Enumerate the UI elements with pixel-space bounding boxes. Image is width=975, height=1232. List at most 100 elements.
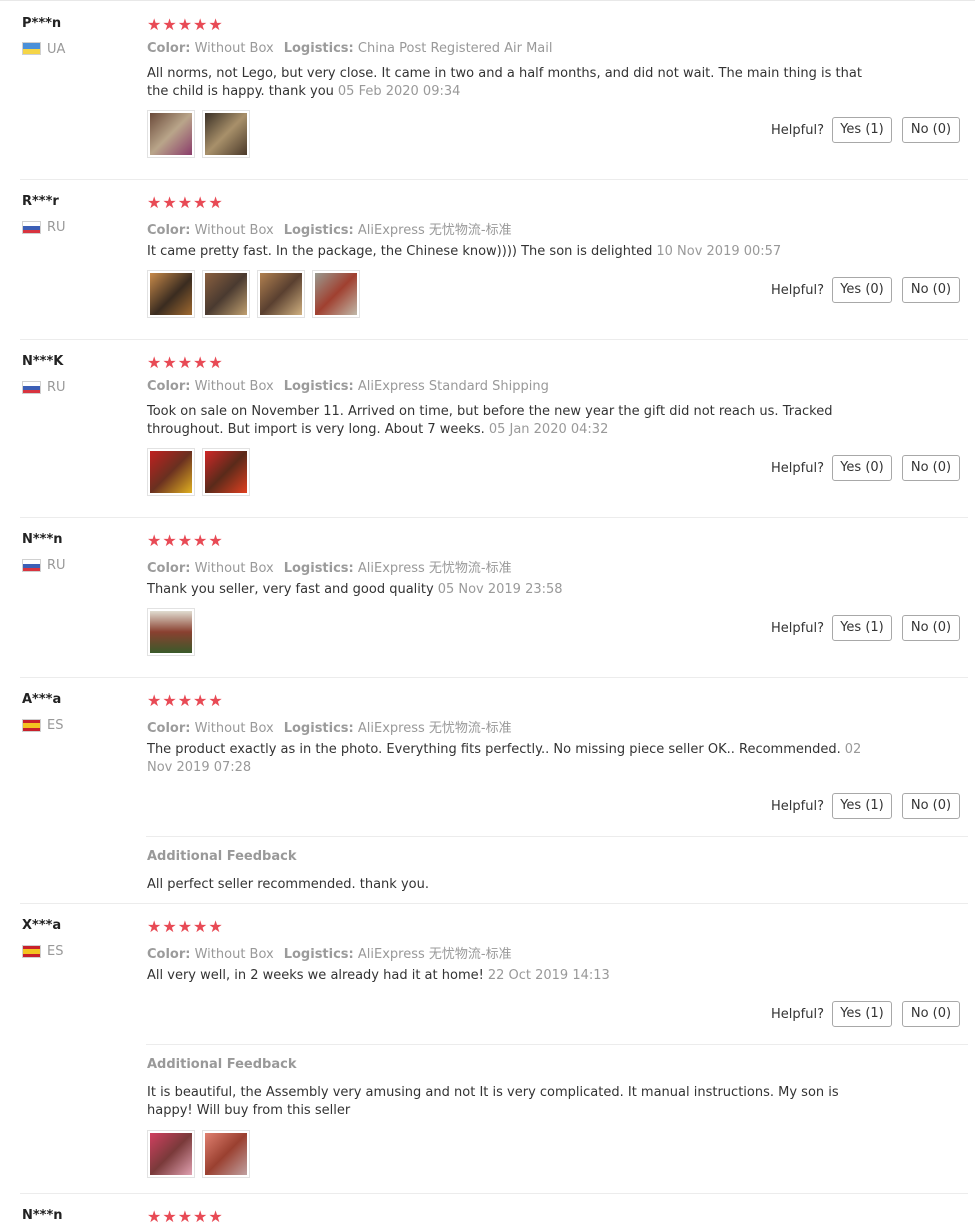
reviewer-name: N***K bbox=[22, 354, 64, 369]
review-date: 05 Nov 2019 23:58 bbox=[437, 582, 563, 597]
reviewer-country: RU bbox=[47, 220, 66, 235]
review-photo[interactable] bbox=[257, 270, 305, 318]
logistics-label: Logistics: bbox=[283, 721, 354, 736]
review-text: All very well, in 2 weeks we already had… bbox=[147, 967, 862, 985]
color-label: Color: bbox=[147, 223, 191, 238]
review-text: Took on sale on November 11. Arrived on … bbox=[147, 403, 862, 439]
review-date: 05 Feb 2020 09:34 bbox=[337, 84, 461, 99]
color-value: Without Box bbox=[194, 721, 274, 736]
logistics-value: China Post Registered Air Mail bbox=[357, 41, 553, 56]
helpful-no-button[interactable]: No (0) bbox=[902, 277, 960, 303]
review-body: Thank you seller, very fast and good qua… bbox=[147, 582, 434, 597]
helpful-yes-button[interactable]: Yes (1) bbox=[832, 793, 892, 819]
order-info: Color: Without Box Logistics: China Post … bbox=[147, 41, 553, 56]
feedback-divider bbox=[146, 836, 968, 837]
review-text: It came pretty fast. In the package, the… bbox=[147, 243, 862, 261]
helpful-no-button[interactable]: No (0) bbox=[902, 117, 960, 143]
ru-flag-icon bbox=[22, 221, 41, 234]
review-body: All very well, in 2 weeks we already had… bbox=[147, 968, 484, 983]
review-divider bbox=[20, 677, 968, 678]
helpful-yes-button[interactable]: Yes (1) bbox=[832, 117, 892, 143]
helpful-label: Helpful? bbox=[771, 1007, 824, 1022]
review-photo[interactable] bbox=[202, 270, 250, 318]
additional-feedback-title: Additional Feedback bbox=[147, 1057, 297, 1072]
reviewer-country: RU bbox=[47, 558, 66, 573]
ua-flag-icon bbox=[22, 42, 41, 55]
logistics-value: AliExpress 无忧物流-标准 bbox=[357, 561, 512, 576]
color-value: Without Box bbox=[194, 561, 274, 576]
rating-stars-icon: ★★★★★ bbox=[147, 15, 224, 34]
photo-strip bbox=[147, 448, 250, 496]
review-photo[interactable] bbox=[147, 110, 195, 158]
helpful-no-button[interactable]: No (0) bbox=[902, 455, 960, 481]
review-date: 10 Nov 2019 00:57 bbox=[656, 244, 782, 259]
helpful-label: Helpful? bbox=[771, 461, 824, 476]
order-info: Color: Without Box Logistics: AliExpress … bbox=[147, 943, 512, 962]
order-info: Color: Without Box Logistics: AliExpress … bbox=[147, 717, 512, 736]
logistics-value: AliExpress 无忧物流-标准 bbox=[357, 721, 512, 736]
reviewer-name: N***n bbox=[22, 532, 63, 547]
review-body: It came pretty fast. In the package, the… bbox=[147, 244, 653, 259]
color-label: Color: bbox=[147, 721, 191, 736]
ru-flag-icon bbox=[22, 559, 41, 572]
color-label: Color: bbox=[147, 561, 191, 576]
rating-stars-icon: ★★★★★ bbox=[147, 1207, 224, 1226]
photo-strip bbox=[147, 110, 250, 158]
additional-photo-strip bbox=[147, 1130, 250, 1178]
order-info: Color: Without Box Logistics: AliExpress … bbox=[147, 219, 512, 238]
review-text: Thank you seller, very fast and good qua… bbox=[147, 581, 862, 599]
order-info: Color: Without Box Logistics: AliExpress … bbox=[147, 557, 512, 576]
review-photo[interactable] bbox=[147, 448, 195, 496]
ru-flag-icon bbox=[22, 381, 41, 394]
color-label: Color: bbox=[147, 947, 191, 962]
review-photo[interactable] bbox=[202, 110, 250, 158]
rating-stars-icon: ★★★★★ bbox=[147, 353, 224, 372]
review-divider bbox=[20, 339, 968, 340]
es-flag-icon bbox=[22, 719, 41, 732]
additional-feedback-title: Additional Feedback bbox=[147, 849, 297, 864]
helpful-label: Helpful? bbox=[771, 283, 824, 298]
reviewer-name: A***a bbox=[22, 692, 62, 707]
helpful-no-button[interactable]: No (0) bbox=[902, 615, 960, 641]
logistics-label: Logistics: bbox=[283, 379, 354, 394]
logistics-label: Logistics: bbox=[283, 561, 354, 576]
helpful-yes-button[interactable]: Yes (0) bbox=[832, 277, 892, 303]
reviewer-name: P***n bbox=[22, 16, 62, 31]
helpful-no-button[interactable]: No (0) bbox=[902, 793, 960, 819]
reviewer-country: ES bbox=[47, 718, 64, 733]
color-value: Without Box bbox=[194, 379, 274, 394]
review-divider bbox=[20, 179, 968, 180]
rating-stars-icon: ★★★★★ bbox=[147, 691, 224, 710]
review-photo[interactable] bbox=[147, 270, 195, 318]
color-value: Without Box bbox=[194, 223, 274, 238]
logistics-label: Logistics: bbox=[283, 41, 354, 56]
logistics-label: Logistics: bbox=[283, 223, 354, 238]
reviewer-name: N***n bbox=[22, 1208, 63, 1223]
review-photo[interactable] bbox=[312, 270, 360, 318]
helpful-label: Helpful? bbox=[771, 799, 824, 814]
helpful-yes-button[interactable]: Yes (1) bbox=[832, 615, 892, 641]
logistics-value: AliExpress 无忧物流-标准 bbox=[357, 947, 512, 962]
review-date: 05 Jan 2020 04:32 bbox=[488, 422, 609, 437]
color-value: Without Box bbox=[194, 41, 274, 56]
helpful-yes-button[interactable]: Yes (0) bbox=[832, 455, 892, 481]
reviewer-country: UA bbox=[47, 42, 66, 57]
helpful-label: Helpful? bbox=[771, 621, 824, 636]
review-photo[interactable] bbox=[147, 608, 195, 656]
helpful-no-button[interactable]: No (0) bbox=[902, 1001, 960, 1027]
feedback-divider bbox=[146, 1044, 968, 1045]
helpful-yes-button[interactable]: Yes (1) bbox=[832, 1001, 892, 1027]
additional-feedback-text: It is beautiful, the Assembly very amusi… bbox=[147, 1085, 839, 1118]
review-text: The product exactly as in the photo. Eve… bbox=[147, 741, 862, 777]
photo-strip bbox=[147, 608, 195, 656]
review-photo[interactable] bbox=[202, 1130, 250, 1178]
color-value: Without Box bbox=[194, 947, 274, 962]
review-divider bbox=[20, 1193, 968, 1194]
review-body: All norms, not Lego, but very close. It … bbox=[147, 66, 862, 99]
reviewer-name: R***r bbox=[22, 194, 59, 209]
review-photo[interactable] bbox=[202, 448, 250, 496]
review-photo[interactable] bbox=[147, 1130, 195, 1178]
rating-stars-icon: ★★★★★ bbox=[147, 193, 224, 212]
review-text: All norms, not Lego, but very close. It … bbox=[147, 65, 862, 101]
rating-stars-icon: ★★★★★ bbox=[147, 917, 224, 936]
